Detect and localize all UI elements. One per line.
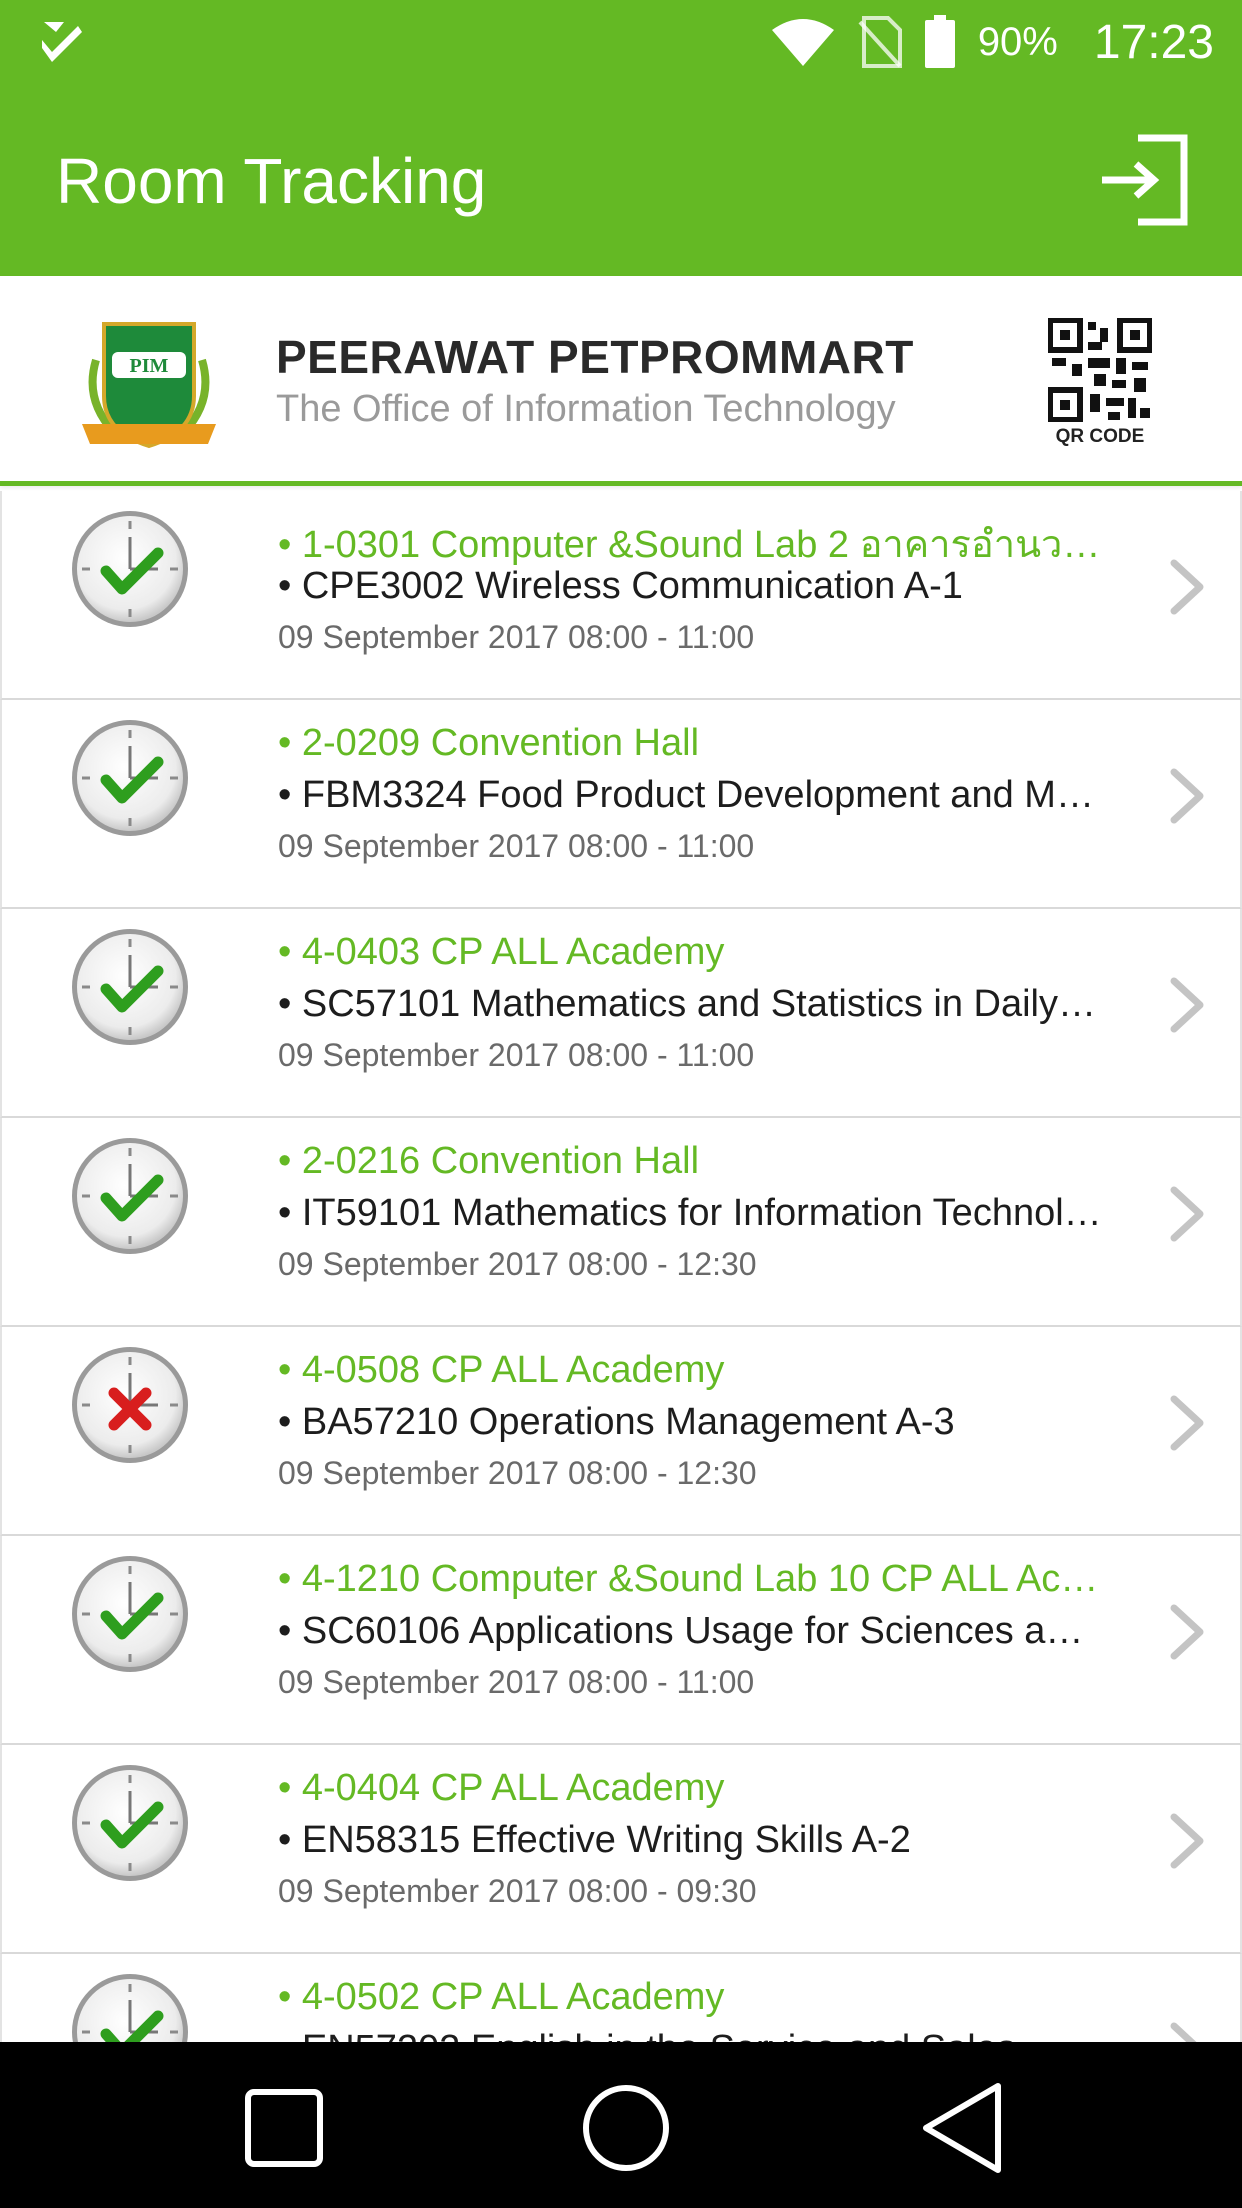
booking-time: 09 September 2017 08:00 - 11:00 xyxy=(278,1664,755,1700)
back-icon[interactable] xyxy=(916,2080,1012,2176)
booking-time: 09 September 2017 08:00 - 11:00 xyxy=(278,828,755,864)
no-sim-icon xyxy=(858,16,902,68)
logout-icon[interactable] xyxy=(1098,134,1190,226)
list-item[interactable]: • 4-0508 CP ALL Academy • BA57210 Operati… xyxy=(0,1327,1242,1536)
chevron-right-icon xyxy=(1170,768,1204,824)
clock-check-icon xyxy=(72,720,188,836)
room-name: • 2-0209 Convention Hall xyxy=(278,722,700,764)
clock-check-icon xyxy=(72,1556,188,1672)
wifi-icon xyxy=(771,19,834,66)
booking-time: 09 September 2017 08:00 - 09:30 xyxy=(278,1873,757,1909)
list-item[interactable]: • 4-0404 CP ALL Academy • EN58315 Effecti… xyxy=(0,1745,1242,1954)
room-name: • 4-0502 CP ALL Academy xyxy=(278,1976,725,2018)
room-name: • 4-1210 Computer &Sound Lab 10 CP ALL A… xyxy=(278,1558,1118,1600)
booking-time: 09 September 2017 08:00 - 12:30 xyxy=(278,1455,757,1491)
system-navigation-bar xyxy=(0,2042,1242,2208)
list-item[interactable]: • 2-0216 Convention Hall • IT59101 Mathem… xyxy=(0,1118,1242,1327)
chevron-right-icon xyxy=(1170,1395,1204,1451)
clock-cross-icon xyxy=(72,1347,188,1463)
booking-time: 09 September 2017 08:00 - 11:00 xyxy=(278,619,755,655)
clock-check-icon xyxy=(72,511,188,627)
chevron-right-icon xyxy=(1170,977,1204,1033)
chevron-right-icon xyxy=(1170,1813,1204,1869)
room-name: • 4-0404 CP ALL Academy xyxy=(278,1767,725,1809)
room-booking-list[interactable]: • 1-0301 Computer &Sound Lab 2 อาคารอำนว… xyxy=(0,491,1242,2042)
booking-time: 09 September 2017 08:00 - 11:00 xyxy=(278,1037,755,1073)
chevron-right-icon xyxy=(1170,2022,1197,2042)
app-bar: Room Tracking xyxy=(0,84,1242,276)
list-item[interactable]: • 1-0301 Computer &Sound Lab 2 อาคารอำนว… xyxy=(0,491,1242,700)
clock-check-icon xyxy=(72,1974,188,2042)
course-name: • SC60106 Applications Usage for Science… xyxy=(278,1610,1104,1652)
list-item[interactable]: • 4-1210 Computer &Sound Lab 10 CP ALL A… xyxy=(0,1536,1242,1745)
qr-code-label: QR CODE xyxy=(1055,426,1145,447)
qr-code-icon[interactable] xyxy=(1048,318,1152,422)
list-item[interactable]: • 4-0502 CP ALL Academy • EN57202 English… xyxy=(0,1954,1242,2042)
chevron-right-icon xyxy=(1170,559,1204,615)
booking-time: 09 September 2017 08:00 - 12:30 xyxy=(278,1246,757,1282)
list-item[interactable]: • 4-0403 CP ALL Academy • SC57101 Mathema… xyxy=(0,909,1242,1118)
course-name: • FBM3324 Food Product Development and M… xyxy=(278,774,1104,816)
course-name: • EN58315 Effective Writing Skills A-2 xyxy=(278,1819,911,1861)
course-name: • IT59101 Mathematics for Information Te… xyxy=(278,1192,1104,1234)
battery-icon xyxy=(924,15,955,68)
room-name: • 2-0216 Convention Hall xyxy=(278,1140,700,1182)
clock-check-icon xyxy=(72,1138,188,1254)
status-bar: 90% 17:23 xyxy=(0,0,1242,84)
recent-apps-icon[interactable] xyxy=(236,2080,332,2176)
profile-header: PIM PEERAWAT PETPROMMART The Office of I… xyxy=(0,276,1242,486)
clock-check-icon xyxy=(72,1765,188,1881)
user-organization: The Office of Information Technology xyxy=(276,388,896,430)
course-name: • BA57210 Operations Management A-3 xyxy=(278,1401,955,1443)
status-time: 17:23 xyxy=(1093,15,1214,69)
chevron-right-icon xyxy=(1170,1604,1204,1660)
page-title: Room Tracking xyxy=(56,145,487,217)
course-name: • EN57202 English in the Service and Sal… xyxy=(278,2028,1104,2042)
course-name: • CPE3002 Wireless Communication A-1 xyxy=(278,565,963,607)
user-name: PEERAWAT PETPROMMART xyxy=(276,331,914,383)
clock-check-icon xyxy=(72,929,188,1045)
svg-text:PIM: PIM xyxy=(130,355,169,377)
room-name: • 4-0403 CP ALL Academy xyxy=(278,931,725,973)
checkmark-notification-icon xyxy=(42,22,82,62)
pim-crest-logo: PIM xyxy=(82,322,216,449)
home-icon[interactable] xyxy=(578,2080,674,2176)
course-name: • SC57101 Mathematics and Statistics in … xyxy=(278,983,1104,1025)
list-item[interactable]: • 2-0209 Convention Hall • FBM3324 Food P… xyxy=(0,700,1242,909)
battery-percent: 90% xyxy=(977,19,1058,64)
chevron-right-icon xyxy=(1170,1186,1204,1242)
room-name: • 4-0508 CP ALL Academy xyxy=(278,1349,725,1391)
status-indicators: 90% 17:23 xyxy=(770,0,1214,84)
